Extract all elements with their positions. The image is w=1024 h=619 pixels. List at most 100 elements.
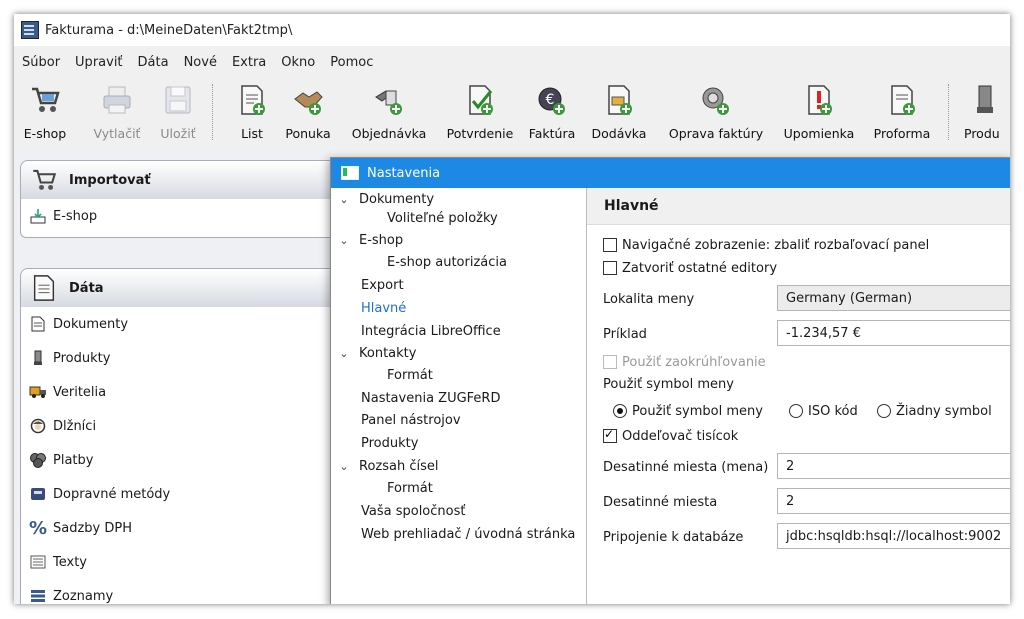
nav-item-products[interactable]: Produkty: [21, 341, 337, 375]
settings-dialog: Nastavenia ⌄ Dokumenty Voliteľné položky …: [330, 157, 1010, 604]
floppy-disk-icon: [158, 80, 198, 120]
tree-item-optional-items[interactable]: Voliteľné položky: [387, 208, 498, 228]
save-button[interactable]: Uložiť: [154, 80, 202, 144]
chevron-down-icon: ⌄: [339, 192, 349, 206]
new-letter-button[interactable]: List: [232, 80, 272, 144]
new-product-button[interactable]: Produ: [964, 80, 1010, 144]
euro-invoice-icon: €: [532, 80, 572, 120]
nav-item-texts[interactable]: Texty: [21, 545, 337, 579]
no-symbol-radio-option[interactable]: Žiadny symbol: [877, 401, 992, 421]
menu-new[interactable]: Nové: [176, 55, 224, 70]
tree-item-documents[interactable]: ⌄ Dokumenty: [337, 189, 434, 209]
nav-item-eshop[interactable]: E-shop: [21, 199, 337, 233]
example-field: -1.234,57 €: [777, 320, 1010, 346]
nav-item-shipping[interactable]: Dopravné metódy: [21, 477, 337, 511]
app-logo-icon: [21, 21, 39, 39]
nav-item-lists[interactable]: Zoznamy: [21, 579, 337, 604]
symbol-radio[interactable]: [613, 404, 627, 418]
chevron-down-icon: ⌄: [339, 233, 349, 247]
dialog-title-bar: Nastavenia: [331, 158, 1010, 188]
tree-item-products[interactable]: Produkty: [361, 433, 418, 453]
database-input[interactable]: jdbc:hsqldb:hsql://localhost:9002: [777, 523, 1010, 549]
percent-icon: %: [28, 517, 48, 539]
tree-item-export[interactable]: Export: [361, 275, 404, 295]
tree-item-zugferd[interactable]: Nastavenia ZUGFeRD: [361, 388, 500, 408]
database-label: Pripojenie k databáze: [603, 530, 744, 545]
menu-file[interactable]: Súbor: [14, 55, 67, 70]
tree-item-general[interactable]: Hlavné: [361, 298, 406, 318]
shopping-cart-icon: [25, 80, 65, 120]
navigation-pane: Importovať E-shop Dáta Dokumenty Produkt…: [14, 148, 344, 604]
chevron-down-icon: ⌄: [339, 459, 349, 473]
menu-help[interactable]: Pomoc: [322, 55, 380, 70]
tree-item-contacts[interactable]: ⌄ Kontakty: [337, 343, 416, 363]
symbol-radio-option[interactable]: Použiť symbol meny: [613, 401, 763, 421]
dunning-icon: [799, 80, 839, 120]
nav-item-debtors[interactable]: Dlžníci: [21, 409, 337, 443]
toolbar: E-shop Vytlačiť Uložiť List Ponuka Objed…: [14, 76, 1010, 148]
tree-item-number-format[interactable]: Formát: [387, 478, 433, 498]
rounding-checkbox[interactable]: [603, 355, 617, 369]
coins-icon: [29, 451, 47, 469]
tree-item-number-range[interactable]: ⌄ Rozsah čísel: [337, 456, 438, 476]
thousands-separator-checkbox[interactable]: [603, 427, 617, 443]
eshop-button[interactable]: E-shop: [18, 80, 72, 144]
locale-label: Lokalita meny: [603, 292, 695, 307]
iso-radio[interactable]: [789, 404, 803, 418]
nav-item-documents[interactable]: Dokumenty: [21, 307, 337, 341]
app-window: Fakturama - d:\MeineDaten\Fakt2tmp\ Súbo…: [14, 14, 1010, 604]
truck-icon: [29, 383, 47, 401]
new-delivery-button[interactable]: Dodávka: [588, 80, 650, 144]
checkmark-document-icon: [460, 80, 500, 120]
currency-symbol-label: Použiť symbol meny: [603, 377, 734, 392]
menu-extra[interactable]: Extra: [224, 55, 273, 70]
new-order-button[interactable]: Objednávka: [348, 80, 430, 144]
close-editors-option[interactable]: Zatvoriť ostatné editory: [603, 258, 777, 278]
new-invoice-button[interactable]: € Faktúra: [526, 80, 578, 144]
new-credit-button[interactable]: Oprava faktúry: [660, 80, 772, 144]
chevron-down-icon: ⌄: [339, 346, 349, 360]
tree-item-eshop[interactable]: ⌄ E-shop: [337, 230, 403, 250]
printer-icon: [97, 80, 137, 120]
close-editors-checkbox[interactable]: [603, 261, 617, 275]
menu-window[interactable]: Okno: [273, 55, 322, 70]
tree-item-toolbar[interactable]: Panel nástrojov: [361, 410, 461, 430]
thousands-separator-option[interactable]: Oddeľovač tisícok: [603, 426, 738, 446]
dialog-title: Nastavenia: [367, 165, 441, 181]
print-button[interactable]: Vytlačiť: [90, 80, 144, 144]
rounding-option[interactable]: Použiť zaokrúhľovanie: [603, 352, 766, 372]
tree-item-libreoffice[interactable]: Integrácia LibreOffice: [361, 321, 501, 341]
nav-item-vat[interactable]: % Sadzby DPH: [21, 511, 337, 545]
new-confirmation-button[interactable]: Potvrdenie: [442, 80, 518, 144]
order-icon: [369, 80, 409, 120]
navigation-collapse-option[interactable]: Navigačné zobrazenie: zbaliť rozbaľovací…: [603, 235, 929, 255]
navigation-collapse-checkbox[interactable]: [603, 238, 617, 252]
document-icon: [29, 273, 59, 303]
toolbar-separator: [948, 84, 950, 140]
locale-select[interactable]: Germany (German): [777, 285, 1010, 311]
nav-item-payments[interactable]: Platby: [21, 443, 337, 477]
new-proforma-button[interactable]: Proforma: [868, 80, 936, 144]
shipping-icon: [29, 485, 47, 503]
nav-item-vendors[interactable]: Veritelia: [21, 375, 337, 409]
list-icon: [29, 587, 47, 604]
menu-edit[interactable]: Upraviť: [67, 55, 129, 70]
menu-data[interactable]: Dáta: [130, 55, 176, 70]
tree-item-contacts-format[interactable]: Formát: [387, 365, 433, 385]
import-icon: [29, 207, 47, 225]
tree-item-company[interactable]: Vaša spoločnosť: [361, 501, 465, 521]
settings-window-icon: [341, 166, 359, 180]
data-panel-body: Dokumenty Produkty Veritelia Dlžníci Pla…: [20, 307, 338, 604]
person-icon: [29, 417, 47, 435]
tree-item-browser[interactable]: Web prehliadač / úvodná stránka: [361, 524, 575, 544]
tree-item-eshop-auth[interactable]: E-shop autorizácia: [387, 252, 507, 272]
new-offer-button[interactable]: Ponuka: [280, 80, 336, 144]
data-panel-header[interactable]: Dáta: [20, 268, 338, 308]
iso-radio-option[interactable]: ISO kód: [789, 401, 858, 421]
import-panel-header[interactable]: Importovať: [20, 160, 338, 200]
new-dunning-button[interactable]: Upomienka: [778, 80, 860, 144]
decimals-currency-label: Desatinné miesta (mena): [603, 460, 769, 475]
decimals-currency-input[interactable]: 2: [777, 453, 1010, 479]
decimals-input[interactable]: 2: [777, 488, 1010, 514]
no-symbol-radio[interactable]: [877, 404, 891, 418]
